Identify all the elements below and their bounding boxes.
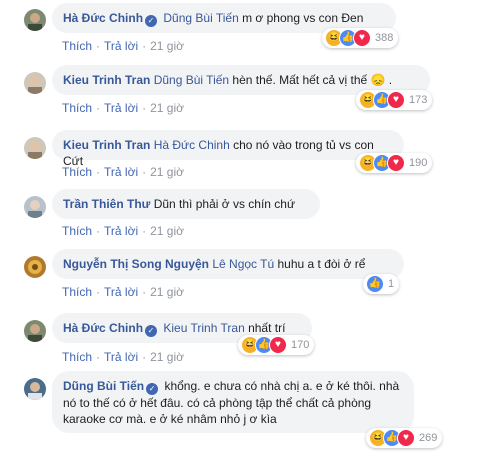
- timestamp[interactable]: 21 giờ: [150, 165, 184, 179]
- reaction-summary[interactable]: 😆 👍 ♥ 269: [366, 428, 443, 448]
- comment-actions: Thích · Trả lời · 21 giờ: [62, 285, 184, 299]
- comment-author[interactable]: Kieu Trinh Tran: [63, 138, 150, 152]
- reply-link[interactable]: Trả lời: [104, 285, 138, 299]
- reaction-summary[interactable]: 😆 👍 ♥ 190: [356, 153, 433, 173]
- comment-author[interactable]: Kieu Trinh Tran: [63, 73, 150, 87]
- like-link[interactable]: Thích: [62, 101, 92, 115]
- comment-bubble: Dũng Bùi Tiến ✓ khổng. e chưa có nhà chị …: [52, 371, 414, 433]
- timestamp[interactable]: 21 giờ: [150, 350, 184, 364]
- comment-author[interactable]: Hà Đức Chinh: [63, 321, 143, 335]
- love-icon: ♥: [387, 91, 405, 109]
- comment-author[interactable]: Dũng Bùi Tiến: [63, 379, 144, 393]
- comment-actions: Thích · Trả lời · 21 giờ: [62, 101, 184, 115]
- comment-text: hèn thế. Mất hết cả vị thế 😞 .: [229, 73, 393, 87]
- reaction-count: 1: [388, 278, 395, 290]
- reply-link[interactable]: Trả lời: [104, 101, 138, 115]
- love-icon: ♥: [353, 29, 371, 47]
- comment-text: nhất trí: [244, 321, 286, 335]
- verified-icon: ✓: [145, 325, 158, 337]
- comment-author[interactable]: Nguyễn Thị Song Nguyện: [63, 257, 209, 271]
- like-link[interactable]: Thích: [62, 165, 92, 179]
- comment-text: Dũn thì phải ở vs chín chứ: [153, 197, 296, 211]
- reaction-count: 388: [375, 32, 394, 44]
- timestamp[interactable]: 21 giờ: [150, 285, 184, 299]
- comment-actions: Thích · Trả lời · 21 giờ: [62, 39, 184, 53]
- avatar[interactable]: [24, 196, 46, 218]
- comment-actions: Thích · Trả lời · 21 giờ: [62, 165, 184, 179]
- tagged-user[interactable]: Dũng Bùi Tiến: [163, 11, 238, 25]
- verified-icon: ✓: [145, 15, 158, 27]
- comment-bubble: Kieu Trinh Tran Hà Đức Chinh cho nó vào …: [52, 130, 404, 168]
- like-link[interactable]: Thích: [62, 285, 92, 299]
- comment-actions: Thích · Trả lời · 21 giờ: [62, 350, 184, 364]
- reply-link[interactable]: Trả lời: [104, 224, 138, 238]
- avatar[interactable]: [24, 256, 46, 278]
- reaction-count: 269: [419, 432, 438, 444]
- reaction-count: 190: [409, 157, 428, 169]
- reaction-count: 170: [291, 339, 310, 351]
- timestamp[interactable]: 21 giờ: [150, 39, 184, 53]
- reaction-summary[interactable]: 😆 👍 ♥ 170: [238, 335, 315, 355]
- comment-actions: Thích · Trả lời · 21 giờ: [62, 224, 184, 238]
- avatar[interactable]: [24, 320, 46, 342]
- tagged-user[interactable]: Dũng Bùi Tiến: [154, 73, 229, 87]
- like-link[interactable]: Thích: [62, 224, 92, 238]
- comment-author[interactable]: Hà Đức Chinh: [63, 11, 143, 25]
- avatar[interactable]: [24, 9, 46, 31]
- tagged-user[interactable]: Lê Ngọc Tú: [212, 257, 274, 271]
- comment-text: huhu a t đòi ở rể: [274, 257, 366, 271]
- verified-icon: ✓: [146, 383, 159, 395]
- like-link[interactable]: Thích: [62, 350, 92, 364]
- avatar[interactable]: [24, 378, 46, 400]
- love-icon: ♥: [387, 154, 405, 172]
- reply-link[interactable]: Trả lời: [104, 39, 138, 53]
- avatar[interactable]: [24, 137, 46, 159]
- reaction-summary[interactable]: 😆 👍 ♥ 173: [356, 90, 433, 110]
- like-icon: 👍: [366, 275, 384, 293]
- comment-bubble: Trần Thiên Thư Dũn thì phải ở vs chín ch…: [52, 189, 320, 219]
- timestamp[interactable]: 21 giờ: [150, 224, 184, 238]
- comment-bubble: Nguyễn Thị Song Nguyện Lê Ngọc Tú huhu a…: [52, 249, 404, 279]
- reaction-count: 173: [409, 94, 428, 106]
- tagged-user[interactable]: Kieu Trinh Tran: [163, 321, 244, 335]
- love-icon: ♥: [269, 336, 287, 354]
- love-icon: ♥: [397, 429, 415, 447]
- comment-author[interactable]: Trần Thiên Thư: [63, 197, 150, 211]
- timestamp[interactable]: 21 giờ: [150, 101, 184, 115]
- tagged-user[interactable]: Hà Đức Chinh: [154, 138, 230, 152]
- reaction-summary[interactable]: 😆 👍 ♥ 388: [322, 28, 399, 48]
- like-link[interactable]: Thích: [62, 39, 92, 53]
- comment-text: m ơ phong vs con Đen: [238, 11, 364, 25]
- reply-link[interactable]: Trả lời: [104, 350, 138, 364]
- reply-link[interactable]: Trả lời: [104, 165, 138, 179]
- avatar[interactable]: [24, 72, 46, 94]
- reaction-summary[interactable]: 👍 1: [363, 274, 400, 294]
